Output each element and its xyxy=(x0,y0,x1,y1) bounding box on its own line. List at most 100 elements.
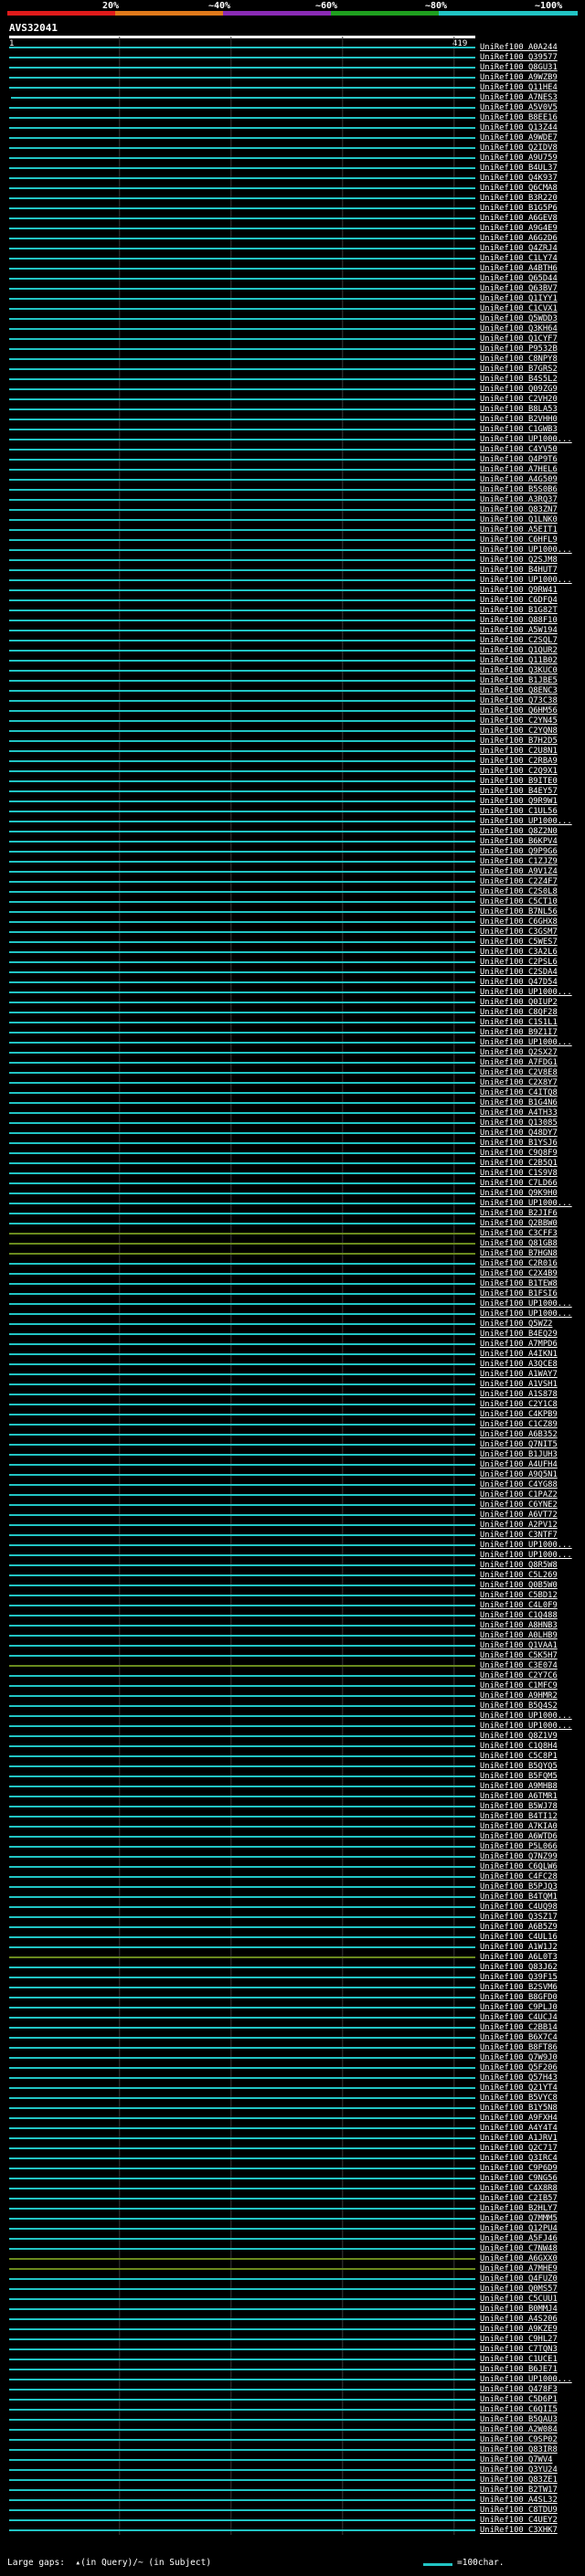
hit-alignment-bar[interactable] xyxy=(9,419,475,420)
hit-alignment-bar[interactable] xyxy=(9,2288,475,2290)
hit-alignment-bar[interactable] xyxy=(9,449,475,451)
hit-alignment-bar[interactable] xyxy=(9,579,475,581)
hit-alignment-bar[interactable] xyxy=(9,308,475,310)
hit-alignment-bar[interactable] xyxy=(9,1564,475,1566)
hit-alignment-bar[interactable] xyxy=(9,1595,475,1596)
hit-alignment-bar[interactable] xyxy=(9,1494,475,1496)
hit-alignment-bar[interactable] xyxy=(9,720,475,722)
hit-alignment-bar[interactable] xyxy=(9,1886,475,1888)
hit-alignment-bar[interactable] xyxy=(9,1464,475,1466)
hit-alignment-bar[interactable] xyxy=(9,1082,475,1084)
hit-alignment-bar[interactable] xyxy=(9,2147,475,2149)
hit-alignment-bar[interactable] xyxy=(9,2389,475,2390)
hit-alignment-bar[interactable] xyxy=(9,2429,475,2431)
hit-alignment-bar[interactable] xyxy=(9,620,475,621)
hit-alignment-bar[interactable] xyxy=(9,1414,475,1415)
hit-alignment-bar[interactable] xyxy=(9,1625,475,1627)
hit-alignment-bar[interactable] xyxy=(9,1765,475,1767)
hit-alignment-bar[interactable] xyxy=(9,2218,475,2220)
hit-alignment-bar[interactable] xyxy=(9,1705,475,1707)
hit-alignment-bar[interactable] xyxy=(9,861,475,863)
hit-alignment-bar[interactable] xyxy=(9,1313,475,1315)
hit-alignment-bar[interactable] xyxy=(9,730,475,732)
hit-alignment-bar[interactable] xyxy=(9,2459,475,2461)
hit-alignment-bar[interactable] xyxy=(9,2509,475,2511)
hit-alignment-bar[interactable] xyxy=(9,961,475,963)
hit-alignment-bar[interactable] xyxy=(9,1062,475,1064)
hit-alignment-bar[interactable] xyxy=(9,479,475,481)
hit-alignment-bar[interactable] xyxy=(9,1434,475,1436)
hit-alignment-bar[interactable] xyxy=(9,1102,475,1104)
hit-alignment-bar[interactable] xyxy=(9,1353,475,1355)
hit-alignment-bar[interactable] xyxy=(9,1846,475,1848)
hit-alignment-bar[interactable] xyxy=(9,489,475,491)
hit-alignment-bar[interactable] xyxy=(9,630,475,631)
hit-alignment-bar[interactable] xyxy=(9,378,475,380)
hit-alignment-bar[interactable] xyxy=(9,1977,475,1978)
hit-alignment-bar[interactable] xyxy=(9,1072,475,1074)
hit-alignment-bar[interactable] xyxy=(9,1474,475,1476)
hit-alignment-bar[interactable] xyxy=(9,1293,475,1295)
hit-alignment-bar[interactable] xyxy=(9,217,475,219)
hit-alignment-bar[interactable] xyxy=(9,2399,475,2401)
hit-alignment-bar[interactable] xyxy=(9,1896,475,1898)
hit-alignment-bar[interactable] xyxy=(9,1142,475,1144)
hit-alignment-bar[interactable] xyxy=(9,2469,475,2471)
hit-alignment-bar[interactable] xyxy=(9,228,475,229)
hit-alignment-bar[interactable] xyxy=(9,358,475,360)
hit-alignment-bar[interactable] xyxy=(9,1203,475,1204)
hit-alignment-bar[interactable] xyxy=(9,1786,475,1787)
hit-alignment-bar[interactable] xyxy=(9,1514,475,1516)
hit-alignment-bar[interactable] xyxy=(9,589,475,591)
hit-alignment-bar[interactable] xyxy=(9,57,475,58)
hit-alignment-bar[interactable] xyxy=(9,841,475,843)
hit-alignment-bar[interactable] xyxy=(9,147,475,149)
hit-alignment-bar[interactable] xyxy=(9,991,475,993)
hit-alignment-bar[interactable] xyxy=(9,2178,475,2179)
hit-alignment-bar[interactable] xyxy=(9,137,475,139)
hit-alignment-bar[interactable] xyxy=(9,2017,475,2019)
hit-alignment-bar[interactable] xyxy=(9,2057,475,2059)
hit-alignment-bar[interactable] xyxy=(9,2087,475,2089)
hit-alignment-bar[interactable] xyxy=(9,1585,475,1586)
hit-alignment-bar[interactable] xyxy=(9,1866,475,1868)
hit-alignment-bar[interactable] xyxy=(9,1444,475,1446)
hit-alignment-bar[interactable] xyxy=(9,117,475,119)
hit-alignment-bar[interactable] xyxy=(9,1876,475,1878)
hit-alignment-bar[interactable] xyxy=(9,469,475,471)
hit-alignment-bar[interactable] xyxy=(9,1735,475,1737)
hit-alignment-bar[interactable] xyxy=(9,1534,475,1536)
hit-alignment-bar[interactable] xyxy=(9,1042,475,1044)
hit-alignment-bar[interactable] xyxy=(9,2409,475,2411)
hit-alignment-bar[interactable] xyxy=(9,398,475,400)
hit-alignment-bar[interactable] xyxy=(9,278,475,280)
hit-alignment-bar[interactable] xyxy=(9,338,475,340)
hit-row[interactable]: UniRef100_C3XHK7 xyxy=(0,2525,585,2536)
hit-alignment-bar[interactable] xyxy=(9,87,475,89)
hit-alignment-bar[interactable] xyxy=(9,610,475,611)
hit-alignment-bar[interactable] xyxy=(9,1404,475,1405)
hit-alignment-bar[interactable] xyxy=(9,2198,475,2200)
hit-alignment-bar[interactable] xyxy=(9,47,475,48)
hit-alignment-bar[interactable] xyxy=(9,1987,475,1988)
hit-alignment-bar[interactable] xyxy=(9,971,475,973)
hit-alignment-bar[interactable] xyxy=(9,529,475,531)
hit-alignment-bar[interactable] xyxy=(9,1132,475,1134)
hit-alignment-bar[interactable] xyxy=(9,1022,475,1023)
hit-alignment-bar[interactable] xyxy=(9,2489,475,2491)
hit-alignment-bar[interactable] xyxy=(9,1554,475,1556)
hit-alignment-bar[interactable] xyxy=(9,931,475,933)
hit-alignment-bar[interactable] xyxy=(9,871,475,873)
hit-alignment-bar[interactable] xyxy=(9,2077,475,2079)
hit-alignment-bar[interactable] xyxy=(9,2037,475,2039)
hit-alignment-bar[interactable] xyxy=(9,1323,475,1325)
hit-alignment-bar[interactable] xyxy=(9,268,475,270)
hit-alignment-bar[interactable] xyxy=(9,2529,475,2531)
hit-alignment-bar[interactable] xyxy=(9,2359,475,2360)
hit-alignment-bar[interactable] xyxy=(9,509,475,511)
hit-alignment-bar[interactable] xyxy=(9,2097,475,2099)
hit-alignment-bar[interactable] xyxy=(9,2499,475,2501)
hit-alignment-bar[interactable] xyxy=(9,891,475,893)
hit-alignment-bar[interactable] xyxy=(9,831,475,832)
hit-alignment-bar[interactable] xyxy=(9,77,475,79)
